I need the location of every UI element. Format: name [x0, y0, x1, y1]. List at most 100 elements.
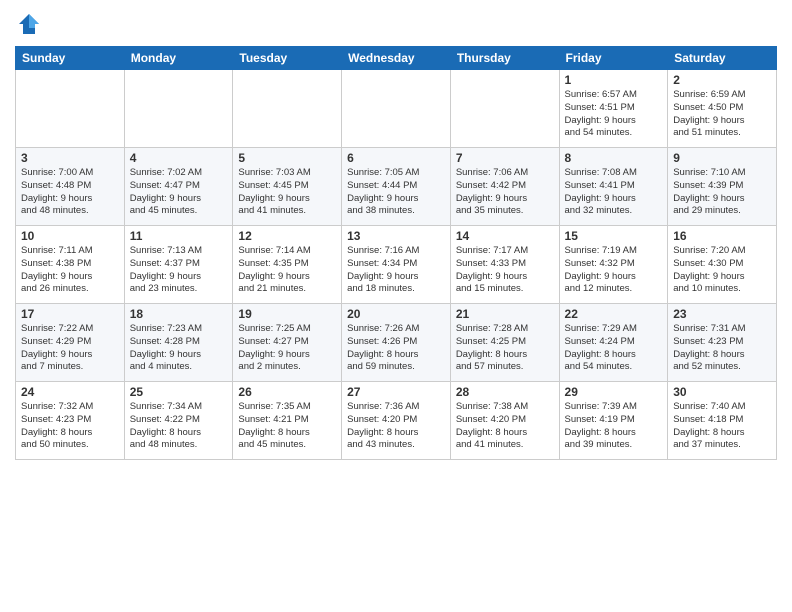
logo: [15, 10, 47, 38]
day-number: 2: [673, 73, 771, 87]
day-number: 24: [21, 385, 119, 399]
day-number: 15: [565, 229, 663, 243]
day-number: 13: [347, 229, 445, 243]
calendar-cell: 15 Sunrise: 7:19 AM Sunset: 4:32 PM Dayli…: [559, 226, 668, 304]
day-of-week-header: Monday: [124, 47, 233, 70]
day-of-week-header: Thursday: [450, 47, 559, 70]
day-number: 6: [347, 151, 445, 165]
calendar-cell: 1Sunrise: 6:57 AM Sunset: 4:51 PM Daylig…: [559, 70, 668, 148]
calendar-week-row: 1Sunrise: 6:57 AM Sunset: 4:51 PM Daylig…: [16, 70, 777, 148]
calendar-week-row: 3Sunrise: 7:00 AM Sunset: 4:48 PM Daylig…: [16, 148, 777, 226]
header: [15, 10, 777, 38]
calendar-cell: 28 Sunrise: 7:38 AM Sunset: 4:20 PM Dayli…: [450, 382, 559, 460]
day-info: Sunrise: 7:39 AM Sunset: 4:19 PM Dayligh…: [565, 401, 663, 452]
calendar-cell: 4 Sunrise: 7:02 AM Sunset: 4:47 PM Daylig…: [124, 148, 233, 226]
day-info: Sunrise: 7:17 AM Sunset: 4:33 PM Dayligh…: [456, 245, 554, 296]
calendar-header-row: SundayMondayTuesdayWednesdayThursdayFrid…: [16, 47, 777, 70]
day-info: Sunrise: 7:35 AM Sunset: 4:21 PM Dayligh…: [238, 401, 336, 452]
day-info: Sunrise: 7:29 AM Sunset: 4:24 PM Dayligh…: [565, 323, 663, 374]
day-number: 25: [130, 385, 228, 399]
day-number: 9: [673, 151, 771, 165]
day-of-week-header: Friday: [559, 47, 668, 70]
calendar-cell: 21 Sunrise: 7:28 AM Sunset: 4:25 PM Dayli…: [450, 304, 559, 382]
day-info: Sunrise: 7:36 AM Sunset: 4:20 PM Dayligh…: [347, 401, 445, 452]
calendar-cell: 8Sunrise: 7:08 AM Sunset: 4:41 PM Daylig…: [559, 148, 668, 226]
day-info: Sunrise: 7:23 AM Sunset: 4:28 PM Dayligh…: [130, 323, 228, 374]
day-info: Sunrise: 7:05 AM Sunset: 4:44 PM Dayligh…: [347, 167, 445, 218]
calendar-cell: [450, 70, 559, 148]
calendar-cell: 17 Sunrise: 7:22 AM Sunset: 4:29 PM Dayli…: [16, 304, 125, 382]
calendar-cell: [233, 70, 342, 148]
day-number: 18: [130, 307, 228, 321]
day-number: 30: [673, 385, 771, 399]
day-number: 4: [130, 151, 228, 165]
calendar-cell: 20 Sunrise: 7:26 AM Sunset: 4:26 PM Dayli…: [342, 304, 451, 382]
day-info: Sunrise: 7:26 AM Sunset: 4:26 PM Dayligh…: [347, 323, 445, 374]
calendar-cell: 14 Sunrise: 7:17 AM Sunset: 4:33 PM Dayli…: [450, 226, 559, 304]
day-info: Sunrise: 7:03 AM Sunset: 4:45 PM Dayligh…: [238, 167, 336, 218]
day-info: Sunrise: 6:59 AM Sunset: 4:50 PM Dayligh…: [673, 89, 771, 140]
day-number: 12: [238, 229, 336, 243]
calendar-cell: 7 Sunrise: 7:06 AM Sunset: 4:42 PM Daylig…: [450, 148, 559, 226]
calendar-week-row: 24 Sunrise: 7:32 AM Sunset: 4:23 PM Dayli…: [16, 382, 777, 460]
calendar-cell: 27 Sunrise: 7:36 AM Sunset: 4:20 PM Dayli…: [342, 382, 451, 460]
day-number: 28: [456, 385, 554, 399]
calendar-cell: 12 Sunrise: 7:14 AM Sunset: 4:35 PM Dayli…: [233, 226, 342, 304]
calendar-week-row: 17 Sunrise: 7:22 AM Sunset: 4:29 PM Dayli…: [16, 304, 777, 382]
day-number: 19: [238, 307, 336, 321]
day-info: Sunrise: 7:00 AM Sunset: 4:48 PM Dayligh…: [21, 167, 119, 218]
calendar-cell: 25 Sunrise: 7:34 AM Sunset: 4:22 PM Dayli…: [124, 382, 233, 460]
calendar-cell: [124, 70, 233, 148]
calendar-cell: 23Sunrise: 7:31 AM Sunset: 4:23 PM Dayli…: [668, 304, 777, 382]
day-number: 21: [456, 307, 554, 321]
day-number: 20: [347, 307, 445, 321]
calendar-cell: 10 Sunrise: 7:11 AM Sunset: 4:38 PM Dayli…: [16, 226, 125, 304]
day-info: Sunrise: 7:38 AM Sunset: 4:20 PM Dayligh…: [456, 401, 554, 452]
day-of-week-header: Sunday: [16, 47, 125, 70]
day-number: 14: [456, 229, 554, 243]
day-info: Sunrise: 7:31 AM Sunset: 4:23 PM Dayligh…: [673, 323, 771, 374]
day-number: 16: [673, 229, 771, 243]
day-number: 7: [456, 151, 554, 165]
calendar-page: SundayMondayTuesdayWednesdayThursdayFrid…: [0, 0, 792, 612]
day-info: Sunrise: 7:22 AM Sunset: 4:29 PM Dayligh…: [21, 323, 119, 374]
day-number: 29: [565, 385, 663, 399]
day-info: Sunrise: 7:06 AM Sunset: 4:42 PM Dayligh…: [456, 167, 554, 218]
day-info: Sunrise: 7:16 AM Sunset: 4:34 PM Dayligh…: [347, 245, 445, 296]
calendar-cell: 16 Sunrise: 7:20 AM Sunset: 4:30 PM Dayli…: [668, 226, 777, 304]
day-info: Sunrise: 7:11 AM Sunset: 4:38 PM Dayligh…: [21, 245, 119, 296]
day-of-week-header: Wednesday: [342, 47, 451, 70]
day-info: Sunrise: 7:32 AM Sunset: 4:23 PM Dayligh…: [21, 401, 119, 452]
day-of-week-header: Saturday: [668, 47, 777, 70]
day-number: 10: [21, 229, 119, 243]
day-info: Sunrise: 6:57 AM Sunset: 4:51 PM Dayligh…: [565, 89, 663, 140]
calendar-cell: 2 Sunrise: 6:59 AM Sunset: 4:50 PM Daylig…: [668, 70, 777, 148]
day-of-week-header: Tuesday: [233, 47, 342, 70]
calendar-table: SundayMondayTuesdayWednesdayThursdayFrid…: [15, 46, 777, 460]
day-info: Sunrise: 7:40 AM Sunset: 4:18 PM Dayligh…: [673, 401, 771, 452]
calendar-cell: 9 Sunrise: 7:10 AM Sunset: 4:39 PM Daylig…: [668, 148, 777, 226]
day-number: 22: [565, 307, 663, 321]
day-info: Sunrise: 7:20 AM Sunset: 4:30 PM Dayligh…: [673, 245, 771, 296]
day-number: 26: [238, 385, 336, 399]
logo-icon: [15, 10, 43, 38]
day-info: Sunrise: 7:25 AM Sunset: 4:27 PM Dayligh…: [238, 323, 336, 374]
calendar-cell: [16, 70, 125, 148]
calendar-cell: 30 Sunrise: 7:40 AM Sunset: 4:18 PM Dayli…: [668, 382, 777, 460]
calendar-cell: 11Sunrise: 7:13 AM Sunset: 4:37 PM Dayli…: [124, 226, 233, 304]
day-info: Sunrise: 7:19 AM Sunset: 4:32 PM Dayligh…: [565, 245, 663, 296]
day-info: Sunrise: 7:34 AM Sunset: 4:22 PM Dayligh…: [130, 401, 228, 452]
day-info: Sunrise: 7:14 AM Sunset: 4:35 PM Dayligh…: [238, 245, 336, 296]
day-number: 8: [565, 151, 663, 165]
day-number: 17: [21, 307, 119, 321]
calendar-cell: 6 Sunrise: 7:05 AM Sunset: 4:44 PM Daylig…: [342, 148, 451, 226]
calendar-cell: 13 Sunrise: 7:16 AM Sunset: 4:34 PM Dayli…: [342, 226, 451, 304]
calendar-cell: [342, 70, 451, 148]
calendar-cell: 22 Sunrise: 7:29 AM Sunset: 4:24 PM Dayli…: [559, 304, 668, 382]
day-number: 27: [347, 385, 445, 399]
day-info: Sunrise: 7:02 AM Sunset: 4:47 PM Dayligh…: [130, 167, 228, 218]
calendar-week-row: 10 Sunrise: 7:11 AM Sunset: 4:38 PM Dayli…: [16, 226, 777, 304]
day-info: Sunrise: 7:28 AM Sunset: 4:25 PM Dayligh…: [456, 323, 554, 374]
calendar-cell: 26 Sunrise: 7:35 AM Sunset: 4:21 PM Dayli…: [233, 382, 342, 460]
day-info: Sunrise: 7:10 AM Sunset: 4:39 PM Dayligh…: [673, 167, 771, 218]
